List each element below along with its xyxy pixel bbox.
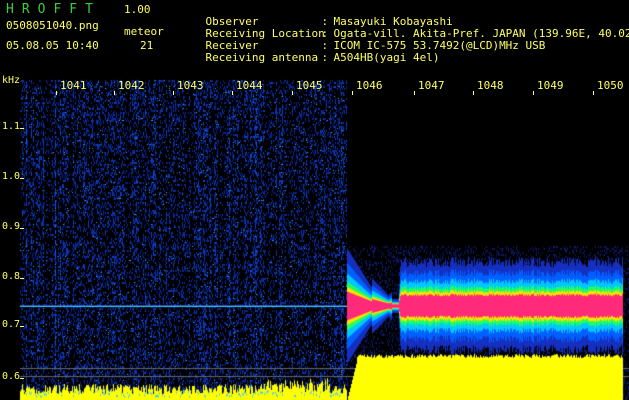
x-tick-mark <box>414 91 415 95</box>
y-tick-label: 0.6 <box>2 371 21 382</box>
x-tick-mark <box>473 91 474 95</box>
x-tick-mark <box>56 91 57 95</box>
y-axis-label: kHz <box>2 75 21 86</box>
timestamp: 05.08.05 10:40 <box>6 39 99 52</box>
y-tick-label: 0.9 <box>2 221 21 232</box>
x-tick-label: 1050 <box>597 79 624 92</box>
y-tick-mark <box>20 326 24 327</box>
x-tick-mark <box>292 91 293 95</box>
x-tick-mark <box>114 91 115 95</box>
header: HROFFT 1.00 0508051040.png meteor 05.08.… <box>0 0 629 76</box>
info-row-antenna: Receiving antenna: A504HB(yagi 4el) <box>205 51 440 64</box>
x-tick-label: 1046 <box>356 79 383 92</box>
y-tick-label: 0.8 <box>2 271 21 282</box>
meteor-count: 21 <box>140 39 154 52</box>
y-tick-mark <box>20 378 24 379</box>
x-tick-mark <box>232 91 233 95</box>
app-version: 1.00 <box>124 3 151 16</box>
y-tick-mark <box>20 278 24 279</box>
x-tick-label: 1045 <box>296 79 323 92</box>
x-tick-label: 1041 <box>60 79 87 92</box>
info-value: A504HB(yagi 4el) <box>333 51 440 64</box>
x-tick-label: 1044 <box>236 79 263 92</box>
x-tick-mark <box>533 91 534 95</box>
x-tick-label: 1049 <box>537 79 564 92</box>
app-title: HROFFT <box>6 2 101 17</box>
y-tick-mark <box>20 228 24 229</box>
x-tick-label: 1042 <box>118 79 145 92</box>
x-tick-mark <box>352 91 353 95</box>
x-tick-mark <box>593 91 594 95</box>
y-tick-label: 1.1 <box>2 121 21 132</box>
info-key: Receiving antenna <box>205 51 319 64</box>
y-tick-label: 1.0 <box>2 171 21 182</box>
meteor-label: meteor <box>124 25 164 38</box>
y-tick-label: 0.7 <box>2 319 21 330</box>
file-name: 0508051040.png <box>6 19 99 32</box>
x-tick-mark <box>173 91 174 95</box>
y-tick-mark <box>20 178 24 179</box>
spectrogram <box>0 76 629 400</box>
x-tick-label: 1043 <box>177 79 204 92</box>
x-tick-label: 1047 <box>418 79 445 92</box>
x-tick-label: 1048 <box>477 79 504 92</box>
y-tick-mark <box>20 128 24 129</box>
